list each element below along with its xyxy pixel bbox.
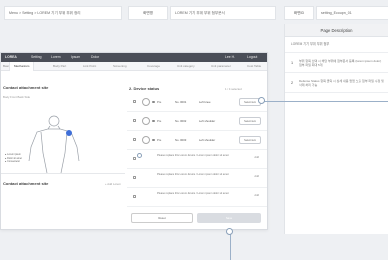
row-number: No. 0003 — [175, 138, 187, 142]
view-options[interactable]: Body Front Back Side — [3, 95, 30, 99]
right-section-title: 2. Device status — [129, 86, 160, 91]
legend-item: ● Consectetur — [5, 160, 20, 163]
page-description-subtitle: LOREM 기기 부위 부위 첨부 — [291, 42, 330, 46]
body-legend: ● Lorem ipsum ● Dolor sit amet ● Consect… — [5, 153, 22, 164]
add-link[interactable]: Add — [254, 175, 259, 178]
add-link[interactable]: Add — [254, 156, 259, 159]
screen-id-value: setting_Ecoupn_01 — [316, 6, 388, 20]
annotation-marker — [137, 153, 142, 158]
device-icon — [142, 98, 150, 106]
select-item-button[interactable]: Select item — [239, 117, 261, 125]
row-checkbox[interactable] — [133, 195, 136, 198]
add-lorem-link[interactable]: + Add Lorem — [105, 182, 121, 186]
empty-row-message: Please replace this Lorem device / Lorem… — [157, 192, 229, 195]
row-checkbox[interactable] — [133, 100, 136, 103]
tab-body-part[interactable]: Body Part — [53, 62, 66, 71]
menu-path: Menu > Setting > LOREM 기기 부위 부위 정리 — [4, 6, 122, 20]
description-item-text: Defense Status 항목 클릭 시 상세 내용 팝업 노출 첨부 파일… — [299, 78, 384, 87]
annotation-marker — [258, 97, 265, 104]
description-item: 1 부위 항목 선택 시 해당 부위에 첨부문서 등록 (lorem ipsum… — [285, 53, 388, 73]
empty-row-message: Please replace this Lorem device / Lorem… — [157, 173, 229, 176]
description-item-text: 부위 항목 선택 시 해당 부위에 첨부문서 등록 (lorem ipsum d… — [299, 58, 382, 67]
page-description-title: Page Description — [285, 24, 388, 37]
tab-link-point[interactable]: Link Point — [83, 62, 96, 71]
tab-unit-category[interactable]: Unit category — [177, 62, 195, 71]
device-icon — [142, 117, 150, 125]
menu-item[interactable]: Ipsum — [71, 53, 80, 62]
list-item[interactable]: Please replace this Lorem device / Lorem… — [127, 150, 267, 169]
row-number: No. 0002 — [175, 119, 187, 123]
menu-item[interactable]: Lorem — [51, 53, 61, 62]
row-type: Pre — [157, 119, 162, 123]
description-item-number: 2 — [290, 80, 294, 85]
legend-item: ● Lorem ipsum — [5, 153, 21, 156]
screen-id-label: 화면ID — [284, 6, 314, 20]
app-brand: LOREA — [5, 55, 17, 59]
row-location: Left shoulder — [199, 119, 216, 123]
tab-bar: Basic Mechanism Body Part Link Point Scr… — [1, 62, 267, 71]
row-checkbox[interactable] — [133, 176, 136, 179]
tab-screening[interactable]: Screening — [113, 62, 127, 71]
status-dot-icon — [152, 100, 155, 103]
save-button[interactable]: Save — [197, 213, 261, 223]
app-topbar: LOREA Setting Lorem Ipsum Dolor Lee H. L… — [1, 53, 267, 62]
reset-button[interactable]: Reset — [131, 213, 193, 223]
select-item-button[interactable]: Select item — [239, 136, 261, 144]
list-item[interactable]: Pre No. 0002 Left shoulder Select item — [127, 112, 267, 131]
tab-cost-table[interactable]: Cost Table — [247, 62, 261, 71]
tab-unit-parameter[interactable]: Unit parameter — [211, 62, 231, 71]
body-diagram[interactable] — [19, 113, 89, 173]
status-dot-icon — [152, 138, 155, 141]
annotation-line — [263, 101, 388, 102]
tab-mechanism[interactable]: Mechanism — [9, 62, 35, 71]
row-checkbox[interactable] — [133, 157, 136, 160]
left-bottom-title: Contact attachment site — [3, 181, 49, 186]
row-type: Pre — [157, 138, 162, 142]
row-location: Left knee — [199, 100, 211, 104]
description-item: 2 Defense Status 항목 클릭 시 상세 내용 팝업 노출 첨부 … — [285, 73, 388, 93]
description-item-number: 1 — [290, 60, 294, 65]
spec-canvas: Menu > Setting > LOREM 기기 부위 부위 정리 화면명 L… — [0, 0, 388, 260]
row-type: Pre — [157, 100, 162, 104]
list-item[interactable]: Pre No. 0001 Left knee Select item — [127, 93, 267, 112]
row-number: No. 0001 — [175, 100, 187, 104]
annotation-line — [230, 233, 231, 260]
user-name: Lee H. — [225, 55, 235, 59]
list-item[interactable]: Please replace this Lorem device / Lorem… — [127, 188, 267, 207]
selection-summary: 1 / 4 selected — [225, 87, 242, 91]
row-checkbox[interactable] — [133, 119, 136, 122]
left-divider — [1, 173, 125, 174]
attachment-point[interactable] — [66, 130, 72, 136]
device-list: Pre No. 0001 Left knee Select item Pre N… — [127, 93, 267, 207]
left-section-title: Contact attachment site — [3, 85, 49, 90]
logout-link[interactable]: Logout — [247, 53, 257, 62]
row-checkbox[interactable] — [133, 138, 136, 141]
menu-item[interactable]: Setting — [31, 53, 42, 62]
list-item[interactable]: Please replace this Lorem device / Lorem… — [127, 169, 267, 188]
menu-item[interactable]: Dolor — [91, 53, 99, 62]
device-icon — [142, 136, 150, 144]
screen-name-value: LOREM 기기 부위 부위 첨부문서 — [170, 6, 276, 20]
row-location: Left shoulder — [199, 138, 216, 142]
add-link[interactable]: Add — [254, 194, 259, 197]
list-item[interactable]: Pre No. 0003 Left shoulder Select item — [127, 131, 267, 150]
empty-row-message: Please replace this Lorem device / Lorem… — [157, 154, 229, 157]
screen-name-label: 화면명 — [128, 6, 168, 20]
annotation-marker — [226, 228, 233, 235]
page-description-panel: Page Description LOREM 기기 부위 부위 첨부 1 부위 … — [284, 24, 388, 234]
status-dot-icon — [152, 119, 155, 122]
tab-coverage[interactable]: Coverage — [147, 62, 160, 71]
screen-mockup: LOREA Setting Lorem Ipsum Dolor Lee H. L… — [0, 52, 268, 230]
